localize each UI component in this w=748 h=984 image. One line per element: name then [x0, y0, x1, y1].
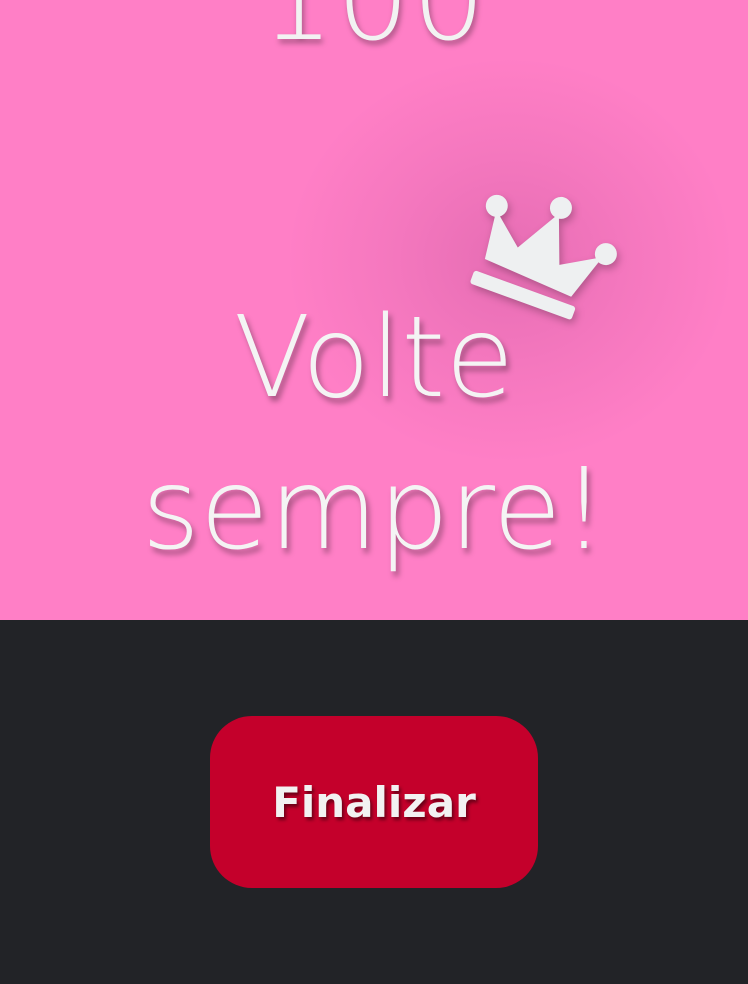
finish-button-label: Finalizar	[272, 777, 476, 827]
finish-button[interactable]: Finalizar	[210, 716, 538, 888]
farewell-line-1: Volte	[233, 293, 515, 423]
action-panel: Finalizar	[0, 620, 748, 984]
end-screen: 100 Volte sempre! Finalizar	[0, 0, 748, 984]
farewell-message: Volte sempre!	[0, 282, 748, 586]
result-panel: 100 Volte sempre!	[0, 0, 748, 620]
farewell-line-2: sempre!	[141, 445, 607, 575]
score-value: 100	[0, 0, 748, 58]
